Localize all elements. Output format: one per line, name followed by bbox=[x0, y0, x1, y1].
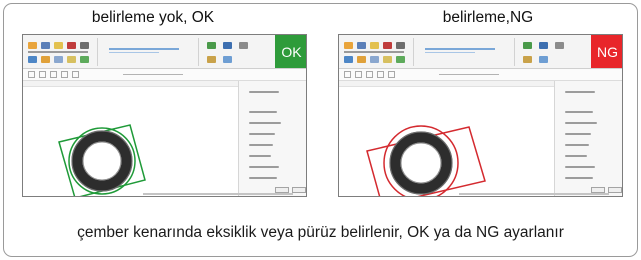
run-icon[interactable] bbox=[344, 56, 353, 63]
info-icon[interactable] bbox=[539, 56, 548, 63]
parameter-item[interactable] bbox=[249, 177, 277, 179]
start-icon[interactable] bbox=[396, 56, 405, 63]
parameter-panel bbox=[238, 81, 306, 196]
close-button[interactable] bbox=[292, 187, 306, 193]
inspection-image bbox=[366, 125, 486, 196]
info-icon[interactable] bbox=[223, 56, 232, 63]
parameter-item[interactable] bbox=[565, 111, 593, 113]
toolbar-divider bbox=[514, 38, 515, 66]
ring-inner-hole bbox=[400, 142, 442, 184]
parameter-item[interactable] bbox=[249, 133, 275, 135]
layout-icon[interactable] bbox=[523, 56, 532, 63]
zoom-tool-icon[interactable] bbox=[72, 71, 79, 78]
status-bar bbox=[143, 193, 293, 195]
run-icon[interactable] bbox=[28, 56, 37, 63]
rect-tool-icon[interactable] bbox=[61, 71, 68, 78]
result-status-badge: OK bbox=[275, 35, 306, 68]
window-title-text bbox=[425, 48, 495, 50]
settings-icon[interactable] bbox=[396, 42, 405, 49]
toolbar-label-row bbox=[344, 51, 404, 53]
toolbar-divider bbox=[413, 38, 414, 66]
window-subtitle-text bbox=[425, 52, 475, 53]
print-icon[interactable] bbox=[239, 42, 248, 49]
zoom-tool-icon[interactable] bbox=[388, 71, 395, 78]
parameter-item[interactable] bbox=[249, 144, 273, 146]
panel-title-ng: belirleme,NG bbox=[442, 9, 534, 26]
ribbon-toolbar: OK bbox=[23, 35, 306, 69]
folder-icon[interactable] bbox=[54, 42, 63, 49]
export-icon[interactable] bbox=[539, 42, 548, 49]
chart-icon[interactable] bbox=[207, 42, 216, 49]
start-icon[interactable] bbox=[80, 56, 89, 63]
panel-title-ok: belirleme yok, OK bbox=[91, 9, 215, 26]
image-viewport[interactable] bbox=[339, 81, 554, 196]
parameter-item[interactable] bbox=[249, 111, 277, 113]
image-title-text bbox=[439, 74, 499, 75]
parameter-item[interactable] bbox=[565, 155, 587, 157]
parameter-item[interactable] bbox=[565, 122, 597, 124]
line-tool-icon[interactable] bbox=[355, 71, 362, 78]
pointer-tool-icon[interactable] bbox=[344, 71, 351, 78]
open-icon[interactable] bbox=[344, 42, 353, 49]
parameter-item[interactable] bbox=[565, 166, 595, 168]
inspection-image bbox=[58, 124, 146, 196]
parameter-item[interactable] bbox=[249, 166, 279, 168]
software-screenshot-ok: OK bbox=[22, 34, 307, 197]
toolbar-divider bbox=[97, 38, 98, 66]
rect-tool-icon[interactable] bbox=[377, 71, 384, 78]
circle-tool-icon[interactable] bbox=[366, 71, 373, 78]
roi-icon[interactable] bbox=[54, 56, 63, 63]
parameter-item[interactable] bbox=[249, 155, 271, 157]
image-viewport[interactable] bbox=[23, 81, 238, 196]
parameter-item[interactable] bbox=[249, 122, 281, 124]
export-icon[interactable] bbox=[223, 42, 232, 49]
line-tool-icon[interactable] bbox=[39, 71, 46, 78]
parameter-item[interactable] bbox=[565, 177, 593, 179]
layout-icon[interactable] bbox=[207, 56, 216, 63]
status-bar bbox=[459, 193, 609, 195]
tool-row bbox=[23, 69, 306, 81]
circle-tool-icon[interactable] bbox=[50, 71, 57, 78]
tool-row bbox=[339, 69, 622, 81]
ring-inner-hole bbox=[82, 141, 122, 181]
parameter-item[interactable] bbox=[249, 91, 279, 93]
toolbar-label-row bbox=[28, 51, 88, 53]
parameter-item[interactable] bbox=[565, 91, 595, 93]
parameter-item[interactable] bbox=[565, 133, 591, 135]
record-icon[interactable] bbox=[383, 42, 392, 49]
chart-icon[interactable] bbox=[523, 42, 532, 49]
parameter-panel bbox=[554, 81, 622, 196]
roi-icon[interactable] bbox=[370, 56, 379, 63]
window-subtitle-text bbox=[109, 52, 159, 53]
ribbon-toolbar: NG bbox=[339, 35, 622, 69]
close-button[interactable] bbox=[608, 187, 622, 193]
figure-caption: çember kenarında eksiklik veya pürüz bel… bbox=[77, 224, 564, 241]
pointer-tool-icon[interactable] bbox=[28, 71, 35, 78]
open-icon[interactable] bbox=[28, 42, 37, 49]
toolbar-divider bbox=[198, 38, 199, 66]
software-screenshot-ng: NG bbox=[338, 34, 623, 197]
print-icon[interactable] bbox=[555, 42, 564, 49]
parameter-item[interactable] bbox=[565, 144, 589, 146]
image-title-text bbox=[123, 74, 183, 75]
edit-icon[interactable] bbox=[67, 56, 76, 63]
window-title-text bbox=[109, 48, 179, 50]
camera-icon[interactable] bbox=[41, 42, 50, 49]
tool-icon[interactable] bbox=[41, 56, 50, 63]
result-status-badge: NG bbox=[591, 35, 622, 68]
record-icon[interactable] bbox=[67, 42, 76, 49]
settings-icon[interactable] bbox=[80, 42, 89, 49]
tool-icon[interactable] bbox=[357, 56, 366, 63]
folder-icon[interactable] bbox=[370, 42, 379, 49]
camera-icon[interactable] bbox=[357, 42, 366, 49]
edit-icon[interactable] bbox=[383, 56, 392, 63]
